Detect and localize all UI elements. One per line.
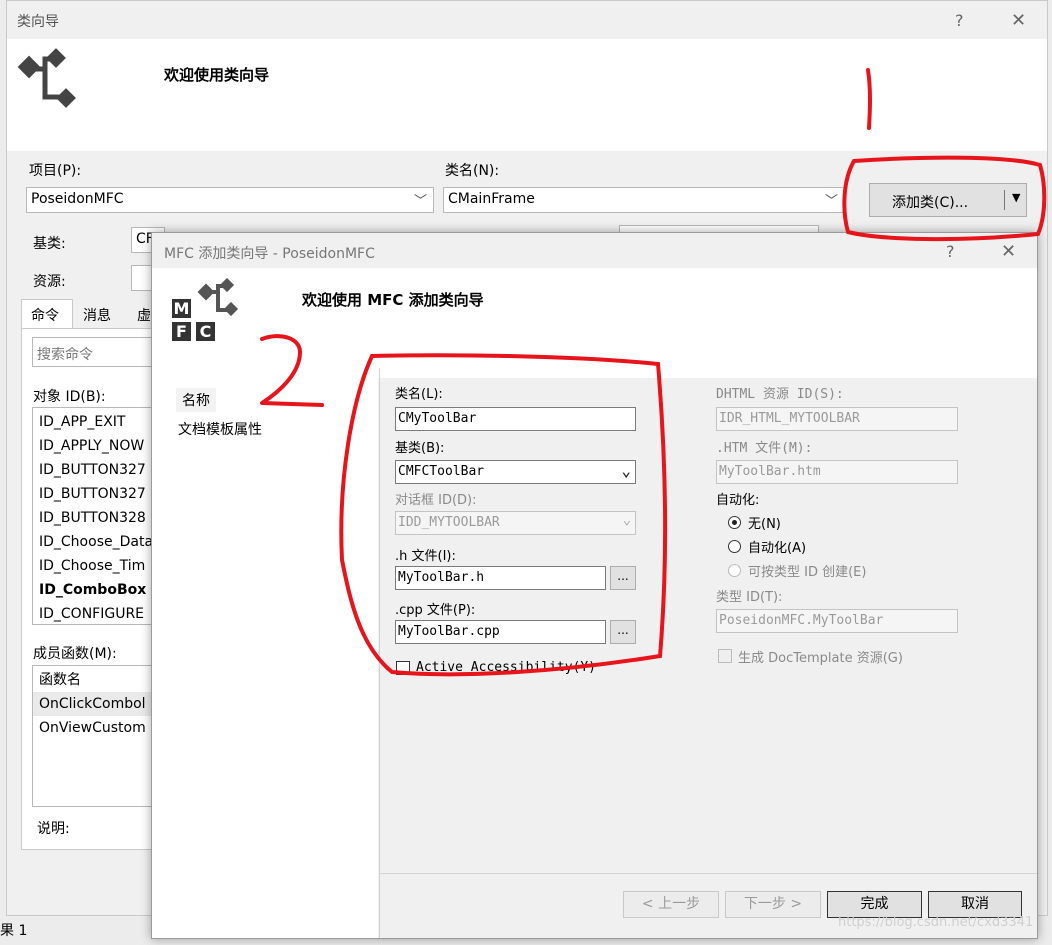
annotation-overlay bbox=[260, 68, 1047, 677]
watermark: https://blog.csdn.net/cxd3341 bbox=[838, 915, 1034, 930]
annotation-mark-1 bbox=[866, 68, 872, 130]
annotation-box-class-fields bbox=[339, 353, 668, 677]
annotation-mark-2 bbox=[260, 334, 324, 407]
annotation-box-add-class bbox=[842, 155, 1047, 242]
